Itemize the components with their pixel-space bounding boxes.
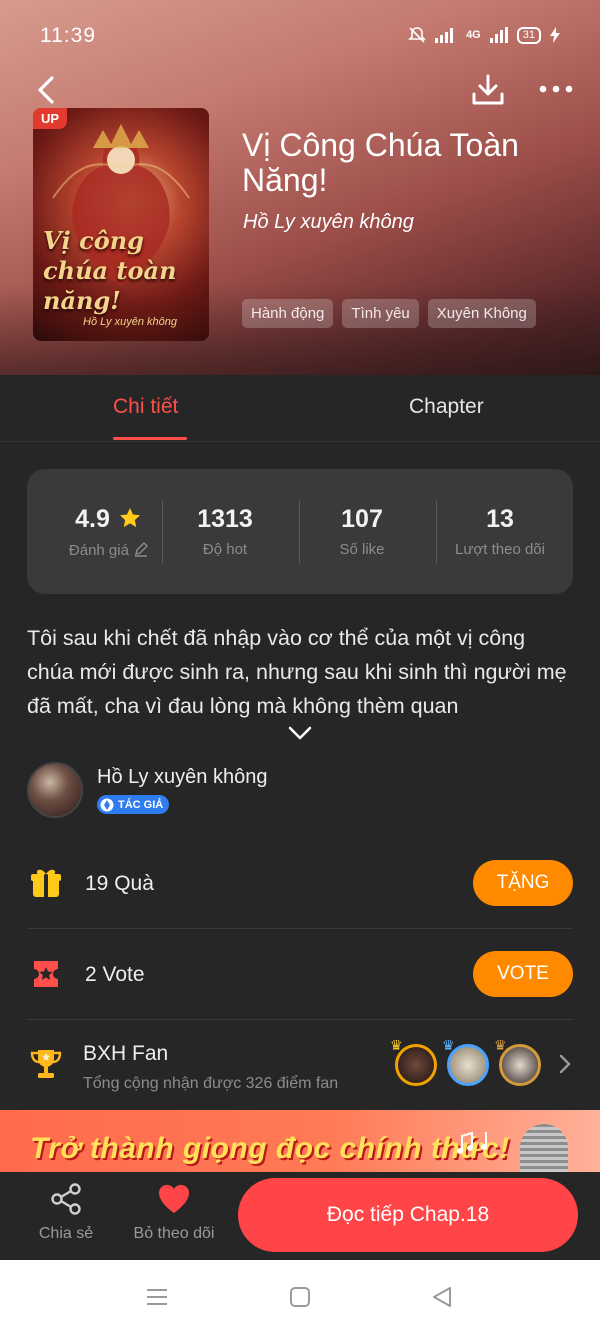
battery-indicator: 31 <box>516 26 541 44</box>
top-fans: ♛ ♛ ♛ <box>390 1037 541 1086</box>
stat-hot-value: 1313 <box>197 505 253 533</box>
stat-likes-value: 107 <box>341 505 383 533</box>
more-options-icon[interactable] <box>538 76 574 102</box>
status-icons: 4G 31 <box>408 26 560 44</box>
signal-icon-2 <box>489 27 508 43</box>
stat-rating-label: Đánh giá <box>68 542 129 559</box>
tag-time-travel[interactable]: Xuyên Không <box>427 299 536 328</box>
stats-card: 4.9 Đánh giá 1313 Độ hot 107 Số like 13 … <box>27 469 573 594</box>
stat-hot: 1313 Độ hot <box>157 469 293 594</box>
home-icon[interactable] <box>287 1284 313 1310</box>
chevron-right-icon[interactable] <box>559 1054 571 1074</box>
book-cover[interactable]: UP Vị công chúa toàn năng! Hồ Ly xuyên k… <box>33 108 209 341</box>
vote-ticket-icon <box>34 961 58 987</box>
recent-apps-icon[interactable] <box>144 1284 170 1310</box>
crown-icon: ♛ <box>442 1037 455 1053</box>
crown-icon: ♛ <box>390 1037 403 1053</box>
fan-rank-title: BXH Fan <box>83 1042 169 1065</box>
vote-button[interactable]: VOTE <box>473 951 573 997</box>
star-icon <box>119 508 140 528</box>
stat-likes-label: Số like <box>339 541 385 558</box>
tag-romance[interactable]: Tình yêu <box>342 299 419 328</box>
book-header: 11:39 4G 31 UP Vị công chúa toàn năng! H… <box>0 0 600 375</box>
crown-icon: ♛ <box>494 1037 507 1053</box>
fan-avatar[interactable]: ♛ <box>494 1037 541 1086</box>
stat-hot-label: Độ hot <box>202 541 248 558</box>
stat-followers-label: Lượt theo dõi <box>455 541 545 558</box>
tab-bar: Chi tiết Chapter <box>0 375 600 442</box>
trophy-icon <box>30 1050 62 1078</box>
status-bar: 11:39 4G 31 <box>0 0 600 70</box>
stat-likes: 107 Số like <box>294 469 430 594</box>
charging-icon <box>550 27 560 43</box>
heart-icon <box>158 1184 190 1213</box>
status-time: 11:39 <box>40 24 96 47</box>
author-badge-label: TÁC GIẢ <box>118 798 164 811</box>
system-navigation-bar <box>0 1260 600 1333</box>
book-description: Tôi sau khi chết đã nhập vào cơ thể của … <box>27 626 567 718</box>
header-nav <box>0 70 600 110</box>
edit-pencil-icon[interactable] <box>133 541 149 557</box>
promo-banner-text: Trở thành giọng đọc chính thức! <box>30 1132 510 1165</box>
stat-rating-value: 4.9 <box>75 505 110 533</box>
gift-icon <box>31 869 61 897</box>
gift-row: 19 Quà TẶNG <box>27 838 573 929</box>
fan-avatar[interactable]: ♛ <box>390 1037 437 1086</box>
bottom-action-bar: Chia sẻ Bỏ theo dõi Đọc tiếp Chap.18 <box>0 1172 600 1260</box>
cover-title: Vị công chúa toàn năng! <box>43 226 177 315</box>
share-label: Chia sẻ <box>38 1225 94 1242</box>
fan-rank-row[interactable]: BXH Fan Tổng cộng nhận được 326 điểm fan… <box>27 1020 573 1110</box>
continue-reading-button[interactable]: Đọc tiếp Chap.18 <box>238 1178 578 1252</box>
author-badge: TÁC GIẢ <box>97 795 170 814</box>
fan-rank-subtitle: Tổng cộng nhận được 326 điểm fan <box>83 1075 339 1092</box>
vote-row: 2 Vote VOTE <box>27 929 573 1020</box>
unfollow-label: Bỏ theo dõi <box>133 1225 215 1242</box>
genre-tags: Hành động Tình yêu Xuyên Không <box>242 299 536 328</box>
fan-avatar[interactable]: ♛ <box>442 1037 489 1086</box>
book-author[interactable]: Hồ Ly xuyên không <box>243 211 414 234</box>
download-icon[interactable] <box>470 72 506 108</box>
vote-count: 2 Vote <box>85 963 145 986</box>
tab-details[interactable]: Chi tiết <box>113 395 178 419</box>
book-title: Vị Công Chúa Toàn Năng! <box>242 127 519 198</box>
tag-action[interactable]: Hành động <box>242 299 334 328</box>
share-icon <box>51 1183 81 1215</box>
unfollow-button[interactable]: Bỏ theo dõi <box>128 1182 220 1243</box>
mute-bell-icon <box>408 27 426 43</box>
signal-icon <box>435 28 454 43</box>
network-type: 4G <box>466 29 481 41</box>
tab-chapter[interactable]: Chapter <box>409 395 484 419</box>
promo-banner[interactable]: Trở thành giọng đọc chính thức! <box>0 1110 600 1172</box>
author-badge-icon <box>100 798 114 811</box>
music-notes-icon <box>457 1131 487 1154</box>
system-back-icon[interactable] <box>429 1284 455 1310</box>
gift-count: 19 Quà <box>85 872 154 895</box>
cover-badge: UP <box>33 108 68 129</box>
microphone-icon <box>520 1124 568 1172</box>
author-avatar[interactable] <box>27 762 83 818</box>
cover-author: Hồ Ly xuyên không <box>83 316 177 328</box>
tab-active-indicator <box>113 437 187 440</box>
expand-chevron-icon[interactable] <box>287 725 313 741</box>
share-button[interactable]: Chia sẻ <box>30 1182 102 1243</box>
gift-button[interactable]: TẶNG <box>473 860 573 906</box>
stat-followers-value: 13 <box>486 505 514 533</box>
back-arrow-icon[interactable] <box>32 72 62 108</box>
author-name[interactable]: Hồ Ly xuyên không <box>97 766 267 789</box>
stat-followers: 13 Lượt theo dõi <box>432 469 568 594</box>
